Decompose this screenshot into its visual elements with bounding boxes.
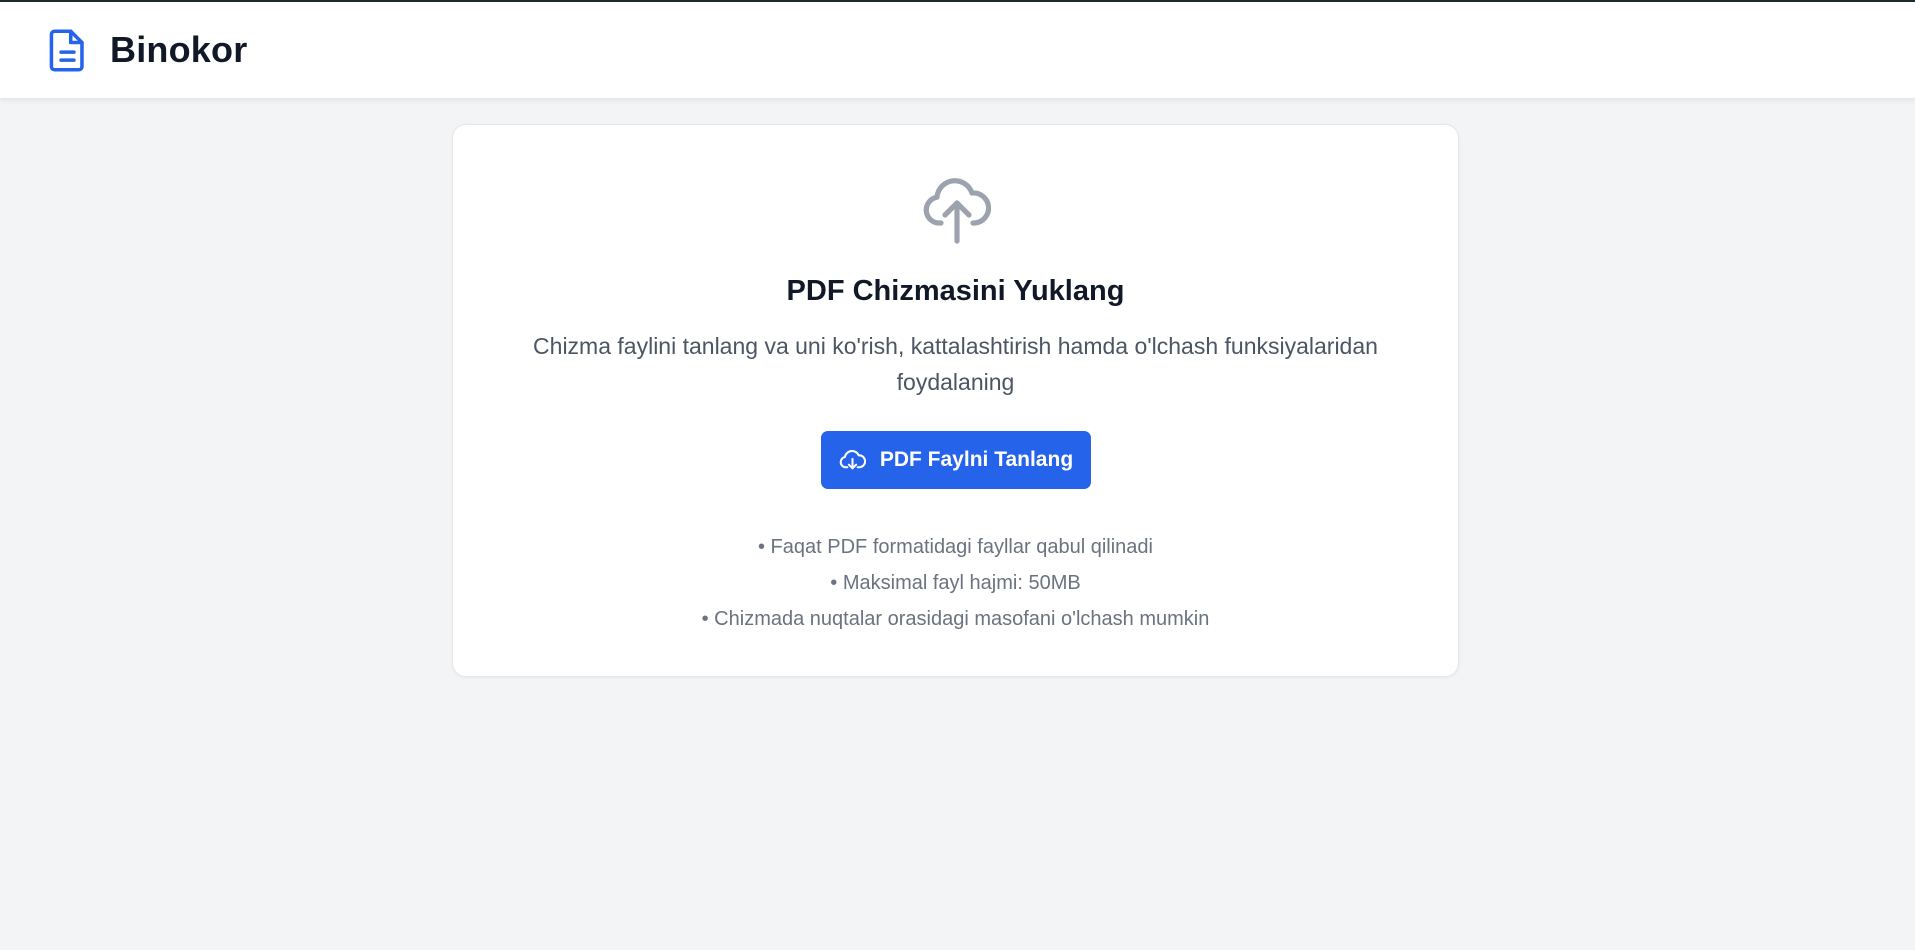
note-item: • Faqat PDF formatidagi fayllar qabul qi… — [758, 536, 1153, 558]
file-text-icon — [49, 28, 84, 72]
select-pdf-button-label: PDF Faylni Tanlang — [879, 448, 1074, 471]
upload-card: PDF Chizmasini Yuklang Chizma faylini ta… — [452, 124, 1459, 677]
upload-title: PDF Chizmasini Yuklang — [786, 275, 1125, 307]
cloud-upload-icon — [923, 178, 991, 244]
cloud-download-icon — [839, 449, 866, 470]
upload-description: Chizma faylini tanlang va uni ko'rish, k… — [533, 333, 1378, 395]
select-pdf-button[interactable]: PDF Faylni Tanlang — [821, 431, 1091, 489]
note-item: • Maksimal fayl hajmi: 50MB — [830, 572, 1081, 594]
top-navbar: Binokor — [0, 2, 1915, 99]
upload-notes: • Faqat PDF formatidagi fayllar qabul qi… — [453, 529, 1458, 637]
brand-name[interactable]: Binokor — [110, 29, 247, 71]
note-item: • Chizmada nuqtalar orasidagi masofani o… — [701, 608, 1210, 630]
